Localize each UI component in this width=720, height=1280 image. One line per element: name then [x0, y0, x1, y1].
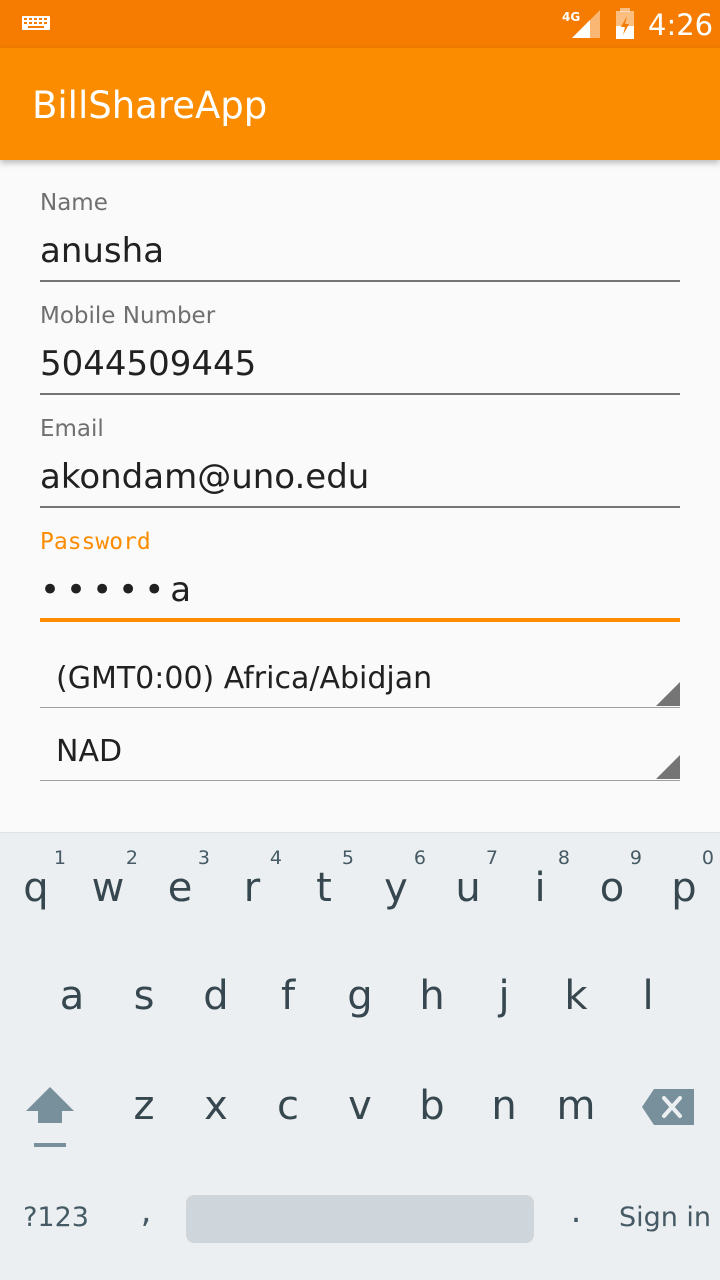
key-o[interactable]: 9o	[576, 833, 648, 933]
key-letter: n	[491, 1083, 517, 1129]
mobile-field[interactable]: Mobile Number 5044509445	[40, 301, 680, 401]
key-letter: f	[280, 973, 296, 1019]
key-l[interactable]: l	[612, 933, 684, 1033]
password-input[interactable]: •••••a	[40, 569, 197, 611]
key-v[interactable]: v	[324, 1043, 396, 1143]
key-letter: h	[419, 973, 445, 1019]
key-c[interactable]: c	[252, 1043, 324, 1143]
key-letter: q	[23, 865, 49, 911]
key-a[interactable]: a	[36, 933, 108, 1033]
key-letter: z	[133, 1083, 155, 1129]
key-letter: w	[91, 865, 125, 911]
status-bar: 4G 4:26	[0, 0, 720, 48]
signal-4g-icon: 4G	[562, 10, 600, 38]
key-t[interactable]: 5t	[288, 833, 360, 933]
key-letter: o	[599, 865, 625, 911]
key-e[interactable]: 3e	[144, 833, 216, 933]
key-z[interactable]: z	[108, 1043, 180, 1143]
dropdown-arrow-icon	[656, 755, 680, 779]
key-f[interactable]: f	[252, 933, 324, 1033]
signup-form: Name anusha Mobile Number 5044509445 Ema…	[0, 160, 720, 832]
backspace-key[interactable]	[642, 1089, 694, 1125]
battery-icon	[616, 8, 634, 39]
email-underline	[40, 506, 680, 508]
key-letter: s	[133, 973, 155, 1019]
key-k[interactable]: k	[540, 933, 612, 1033]
space-key[interactable]	[186, 1195, 534, 1243]
key-letter: y	[384, 865, 408, 911]
key-letter: v	[348, 1083, 372, 1129]
timezone-selected: (GMT0:00) Africa/Abidjan	[56, 661, 433, 696]
key-letter: c	[277, 1083, 299, 1129]
sign-in-key[interactable]: Sign in	[612, 1201, 718, 1235]
period-key[interactable]: .	[556, 1191, 596, 1231]
name-underline	[40, 280, 680, 282]
key-letter: b	[419, 1083, 445, 1129]
soft-keyboard: 1q2w3e4r5t6y7u8i9o0p a s d f gh j k l z x c v bnm ?…	[0, 832, 720, 1280]
password-field[interactable]: Password •••••a	[40, 527, 680, 627]
name-field[interactable]: Name anusha	[40, 188, 680, 288]
dropdown-arrow-icon	[656, 682, 680, 706]
key-j[interactable]: j	[468, 933, 540, 1033]
key-letter: g	[347, 973, 373, 1019]
key-u[interactable]: 7u	[432, 833, 504, 933]
key-x[interactable]: x	[180, 1043, 252, 1143]
key-w[interactable]: 2w	[72, 833, 144, 933]
currency-selected: NAD	[56, 734, 123, 769]
currency-underline	[40, 780, 680, 781]
symbols-key[interactable]: ?123	[14, 1201, 98, 1235]
key-r[interactable]: 4r	[216, 833, 288, 933]
key-letter: e	[167, 865, 193, 911]
key-letter: r	[243, 865, 261, 911]
shift-key[interactable]	[22, 1083, 78, 1153]
key-s[interactable]: s	[108, 933, 180, 1033]
key-letter: l	[642, 973, 654, 1019]
key-q[interactable]: 1q	[0, 833, 72, 933]
key-p[interactable]: 0p	[648, 833, 720, 933]
key-b[interactable]: b	[396, 1043, 468, 1143]
password-label: Password	[40, 529, 151, 555]
key-letter: j	[498, 973, 510, 1019]
timezone-spinner[interactable]: (GMT0:00) Africa/Abidjan	[40, 656, 680, 712]
key-letter: a	[59, 973, 85, 1019]
key-letter: t	[316, 865, 332, 911]
key-letter: x	[204, 1083, 228, 1129]
key-letter: d	[203, 973, 229, 1019]
key-h[interactable]: h	[396, 933, 468, 1033]
mobile-underline	[40, 393, 680, 395]
mobile-input[interactable]: 5044509445	[40, 343, 256, 385]
app-bar: BillShareApp	[0, 48, 720, 160]
app-title: BillShareApp	[32, 84, 268, 127]
key-d[interactable]: d	[180, 933, 252, 1033]
status-time: 4:26	[648, 8, 714, 42]
key-g[interactable]: g	[324, 933, 396, 1033]
name-label: Name	[40, 190, 108, 216]
mobile-label: Mobile Number	[40, 303, 216, 329]
keyboard-notification-icon	[22, 16, 50, 30]
key-letter: k	[564, 973, 588, 1019]
currency-spinner[interactable]: NAD	[40, 729, 680, 785]
key-m[interactable]: m	[540, 1043, 612, 1143]
email-input[interactable]: akondam@uno.edu	[40, 456, 369, 498]
email-label: Email	[40, 416, 104, 442]
comma-key[interactable]: ,	[126, 1191, 166, 1231]
key-letter: i	[534, 865, 546, 911]
timezone-underline	[40, 707, 680, 708]
svg-text:4G: 4G	[562, 10, 580, 24]
key-n[interactable]: n	[468, 1043, 540, 1143]
key-i[interactable]: 8i	[504, 833, 576, 933]
key-letter: u	[455, 865, 481, 911]
key-letter: p	[671, 865, 697, 911]
name-input[interactable]: anusha	[40, 230, 164, 272]
key-y[interactable]: 6y	[360, 833, 432, 933]
email-field[interactable]: Email akondam@uno.edu	[40, 414, 680, 514]
key-letter: m	[556, 1083, 596, 1129]
password-underline	[40, 618, 680, 622]
